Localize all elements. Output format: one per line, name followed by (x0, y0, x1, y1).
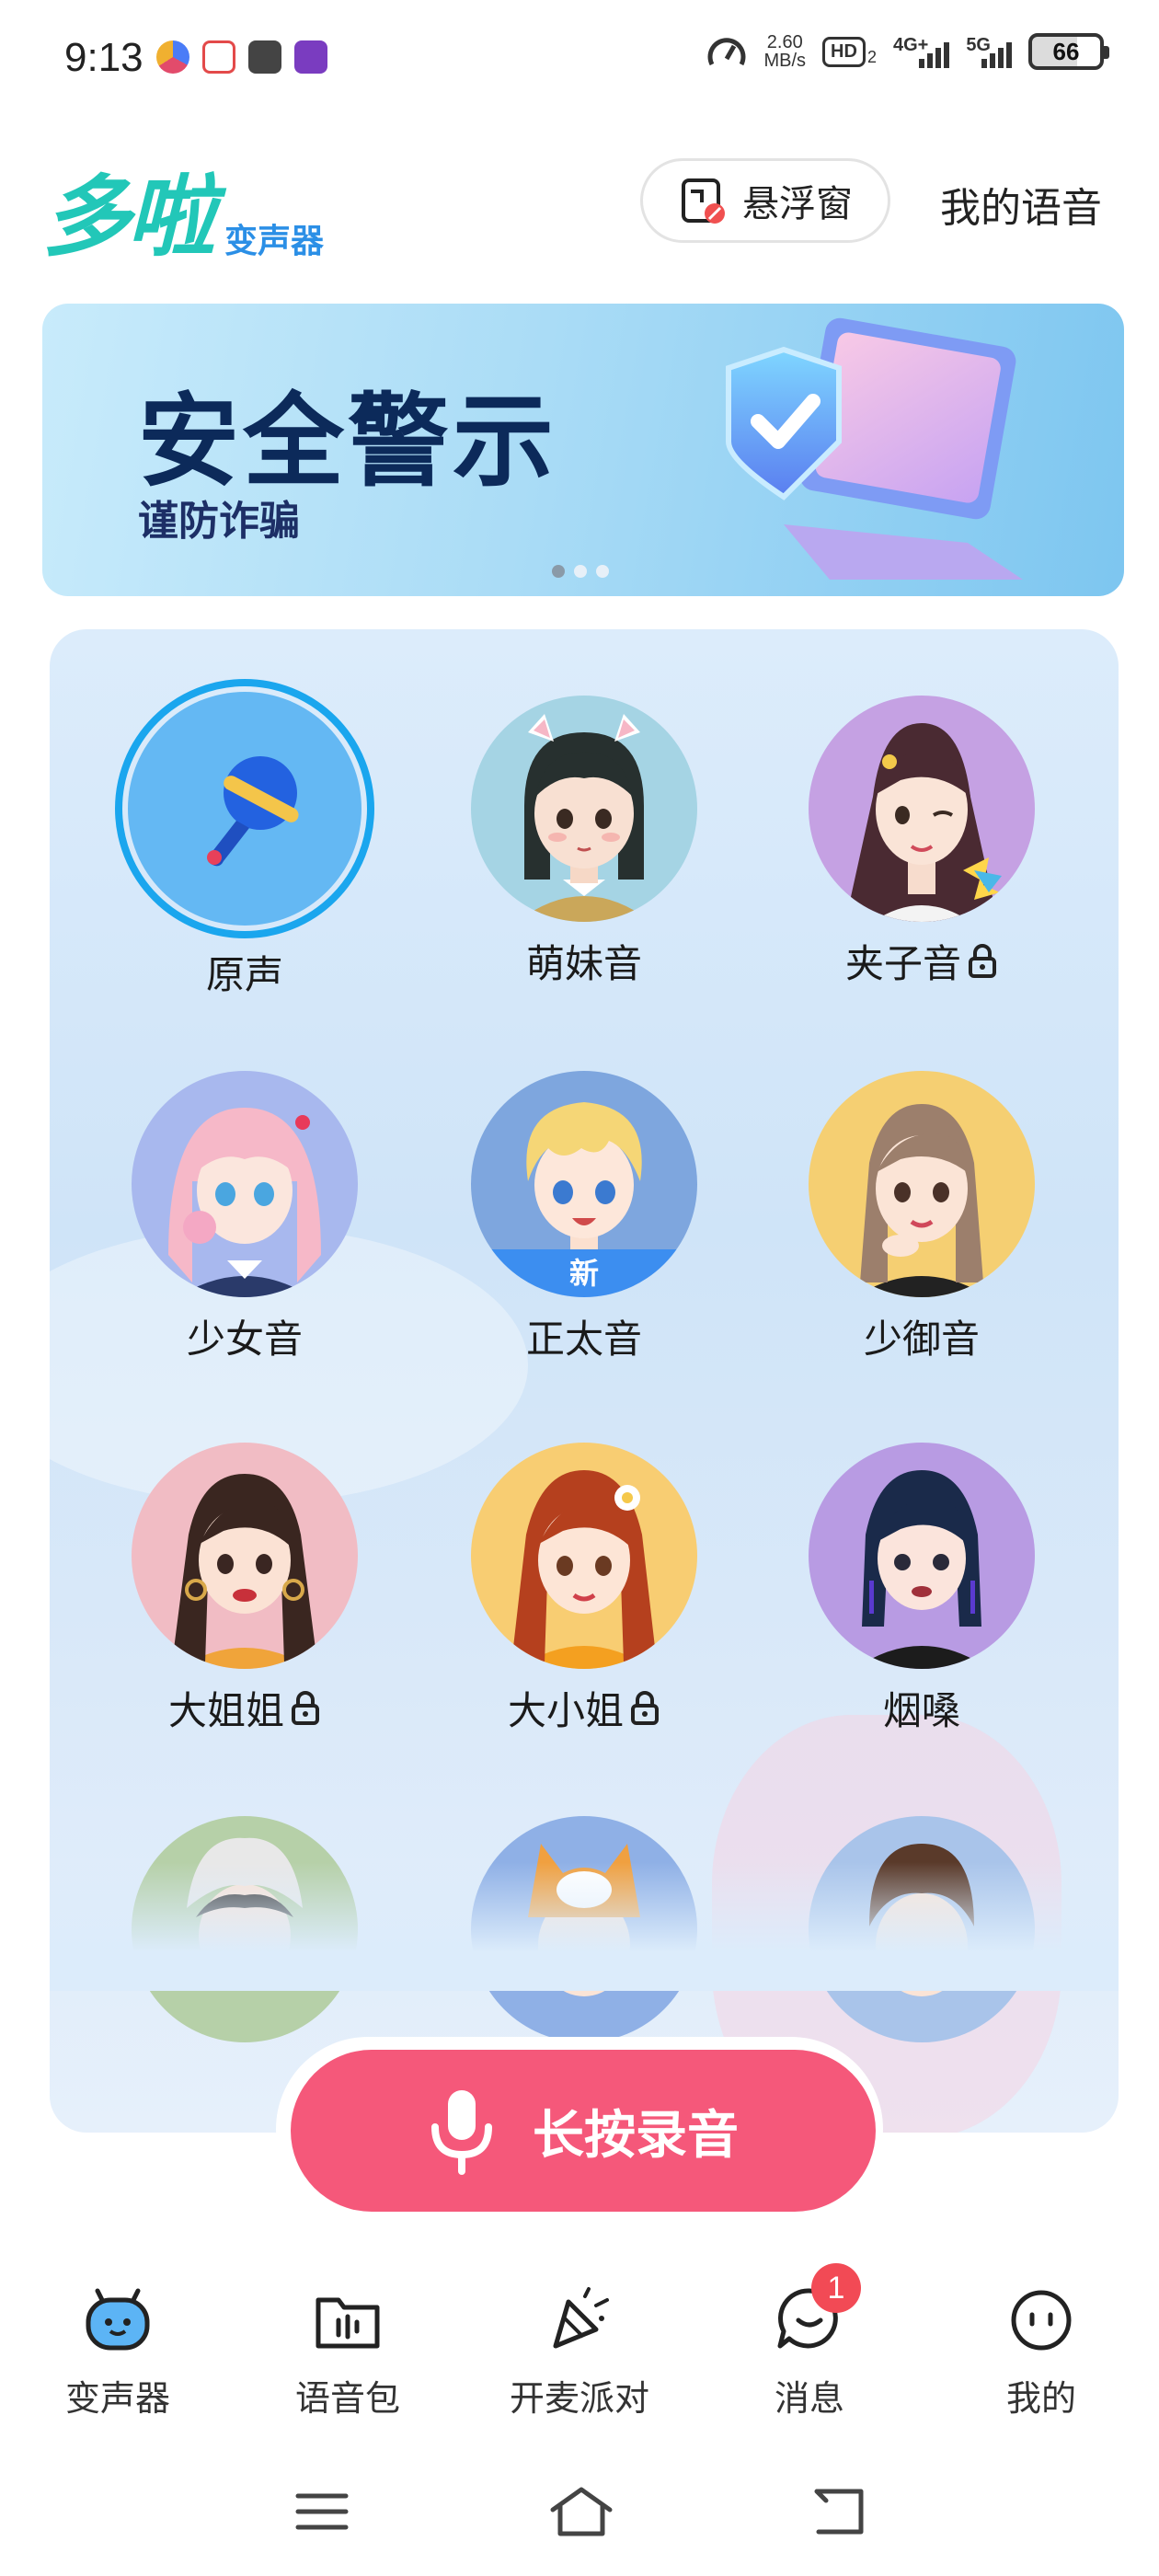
avatar (809, 1443, 1035, 1669)
voice-label: 大小姐 (446, 1682, 722, 1733)
banner-carousel[interactable]: 安全警示 谨防诈骗 (42, 304, 1124, 596)
new-badge: 新 (471, 1249, 697, 1297)
battery-icon: 66 (1028, 33, 1109, 70)
voice-label: 大姐姐 (107, 1682, 383, 1733)
profile-face-icon (1011, 2290, 1072, 2351)
avatar (471, 696, 697, 922)
system-navigation (0, 2475, 1159, 2548)
selected-ring (115, 679, 374, 938)
voice-option-young-boy[interactable]: 新 正太音 (446, 1071, 722, 1362)
nav-voice-changer[interactable]: 变声器 (26, 2282, 210, 2421)
float-window-button[interactable]: 悬浮窗 (640, 158, 890, 243)
back-icon (814, 2489, 864, 2535)
voice-option-original[interactable]: 原声 (107, 679, 383, 997)
speedometer-icon (708, 38, 746, 66)
lock-icon (969, 944, 996, 978)
menu-button[interactable] (285, 2475, 359, 2548)
logo-main-text: 多啦 (42, 166, 215, 269)
hd-indicator: HD 2 (822, 36, 877, 67)
avatar: 新 (471, 1071, 697, 1297)
nav-label: 变声器 (64, 2378, 170, 2419)
voice-effects-panel: 原声 萌妹音 夹子音 少女音 新 正太音 少御音 大姐姐 大小姐 烟嗓 (50, 629, 1119, 2133)
network-speed: 2.60 MB/s (763, 33, 806, 70)
notification-app-icon (202, 40, 235, 74)
signal-bars-icon (919, 35, 950, 68)
voice-label: 原声 (205, 951, 283, 997)
voice-changer-robot-icon (86, 2288, 150, 2351)
lock-icon (292, 1691, 319, 1725)
notification-app-icon (156, 40, 189, 74)
home-icon (550, 2487, 613, 2536)
notification-app-icon (294, 40, 327, 74)
voice-label: 少御音 (863, 1316, 980, 1362)
my-voice-link[interactable]: 我的语音 (940, 175, 1102, 234)
status-time: 9:13 (64, 35, 143, 80)
voice-option-young-lady[interactable]: 少御音 (784, 1071, 1060, 1362)
voice-option-clip-voice[interactable]: 夹子音 (784, 696, 1060, 986)
float-window-icon (682, 178, 725, 224)
party-popper-icon (553, 2287, 609, 2349)
signal-5g: 5G (966, 35, 1012, 68)
nav-party[interactable]: 开麦派对 (488, 2282, 671, 2421)
voice-label: 萌妹音 (525, 940, 642, 986)
bottom-navigation: 变声器 语音包 开麦派对 1 消息 我的 (0, 2263, 1159, 2438)
unread-badge: 1 (811, 2263, 861, 2313)
carousel-dots (552, 565, 609, 578)
voice-label: 烟嗓 (882, 1687, 960, 1733)
avatar (809, 1071, 1035, 1297)
hold-to-record-button[interactable]: 长按录音 (291, 2050, 876, 2212)
back-button[interactable] (802, 2475, 876, 2548)
voice-pack-folder-icon (316, 2297, 380, 2349)
voice-label: 正太音 (525, 1316, 642, 1362)
carousel-dot (596, 565, 609, 578)
app-logo: 多啦 变声器 (42, 145, 324, 273)
network-speed-value: 2.60 (766, 32, 803, 52)
home-button[interactable] (545, 2475, 618, 2548)
nav-messages[interactable]: 1 消息 (717, 2263, 901, 2421)
nav-profile[interactable]: 我的 (949, 2282, 1133, 2421)
security-laptop-illustration (726, 317, 1023, 580)
microphone-icon (431, 2090, 492, 2175)
network-speed-unit: MB/s (763, 51, 807, 71)
nav-label: 我的 (1005, 2378, 1076, 2419)
voice-option-cute-girl[interactable]: 萌妹音 (446, 696, 722, 986)
voice-option-young-miss[interactable]: 大小姐 (446, 1443, 722, 1733)
hd-sub: 2 (866, 47, 877, 66)
voice-option-young-girl[interactable]: 少女音 (107, 1071, 383, 1362)
float-window-label: 悬浮窗 (742, 183, 853, 225)
carousel-dot (574, 565, 587, 578)
hd-label: HD (822, 36, 866, 67)
avatar (132, 1443, 358, 1669)
status-indicators: 2.60 MB/s HD 2 4G+ 5G 66 (706, 33, 1109, 70)
notification-icons (156, 40, 327, 74)
carousel-dot (552, 565, 565, 578)
nav-label: 开麦派对 (509, 2378, 649, 2419)
voice-option-big-sister[interactable]: 大姐姐 (107, 1443, 383, 1733)
notification-app-icon (248, 40, 281, 74)
voice-option-smoky[interactable]: 烟嗓 (784, 1443, 1060, 1733)
record-label: 长按录音 (533, 2105, 739, 2166)
avatar (471, 1443, 697, 1669)
lock-icon (631, 1691, 659, 1725)
voice-label: 夹子音 (784, 935, 1060, 986)
signal-4g: 4G+ (893, 35, 950, 68)
nav-label: 消息 (774, 2378, 844, 2419)
menu-icon (295, 2493, 349, 2530)
banner-subtitle: 谨防诈骗 (138, 498, 300, 545)
nav-voice-pack[interactable]: 语音包 (256, 2282, 440, 2421)
signal-bars-icon (981, 35, 1012, 68)
avatar (132, 1071, 358, 1297)
voice-label: 少女音 (186, 1316, 303, 1362)
microphone-icon (207, 756, 299, 867)
avatar (809, 696, 1035, 922)
status-bar: 9:13 2.60 MB/s HD 2 4G+ 5G 66 (0, 0, 1159, 120)
nav-label: 语音包 (294, 2378, 400, 2419)
banner-title: 安全警示 (138, 383, 557, 500)
logo-sub-text: 变声器 (224, 223, 325, 260)
